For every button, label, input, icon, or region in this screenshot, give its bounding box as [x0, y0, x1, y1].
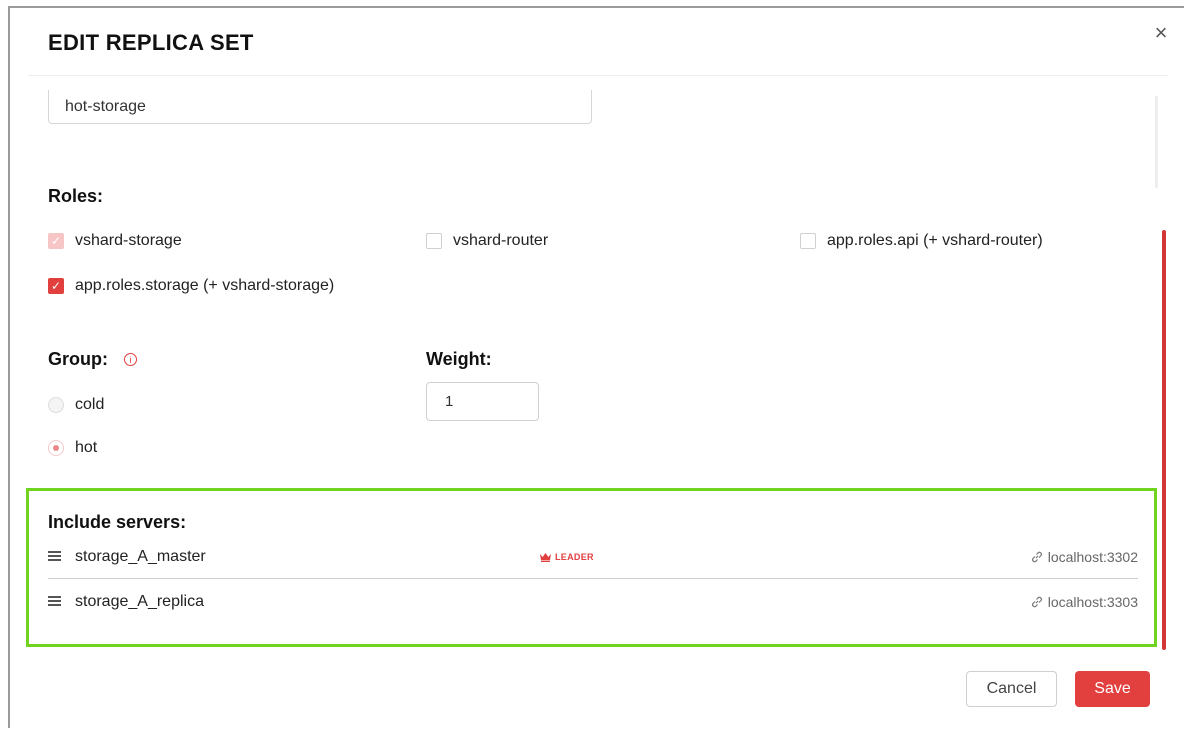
check-icon: ✓ [48, 278, 64, 294]
dialog-title: EDIT REPLICA SET [48, 30, 254, 55]
server-row[interactable]: storage_A_replica localhost:3303 [48, 584, 1138, 624]
roles-label: Roles: [48, 186, 104, 206]
weight-input[interactable] [426, 382, 539, 421]
leader-badge: LEADER [540, 552, 594, 562]
include-servers-label: Include servers: [48, 512, 187, 532]
radio-label: hot [75, 439, 98, 456]
leader-text: LEADER [555, 552, 594, 562]
group-radio-cold[interactable]: cold [48, 396, 104, 414]
role-label: app.roles.api (+ vshard-router) [827, 232, 1043, 249]
link-icon [1031, 596, 1042, 608]
server-name: storage_A_replica [75, 593, 204, 610]
drag-handle-icon[interactable] [48, 596, 61, 608]
scrollbar-track[interactable] [1155, 96, 1158, 188]
role-label: vshard-storage [75, 232, 182, 249]
scrollbar-thumb[interactable] [1162, 230, 1166, 650]
save-button[interactable]: Save [1075, 671, 1150, 707]
server-row-divider [48, 578, 1138, 579]
server-address: localhost:3303 [1030, 594, 1138, 610]
server-name: storage_A_master [75, 548, 206, 565]
radio-circle [48, 397, 64, 413]
role-checkbox-vshard-router[interactable]: vshard-router [426, 232, 548, 250]
checkbox-box [800, 233, 816, 249]
group-label: Group: [48, 349, 108, 369]
role-checkbox-app-roles-storage[interactable]: ✓ app.roles.storage (+ vshard-storage) [48, 277, 334, 295]
role-label: vshard-router [453, 232, 549, 249]
drag-handle-icon[interactable] [48, 551, 61, 563]
close-icon[interactable]: × [1150, 22, 1172, 44]
radio-label: cold [75, 396, 105, 413]
role-label: app.roles.storage (+ vshard-storage) [75, 277, 335, 294]
link-icon [1031, 551, 1042, 563]
address-text: localhost:3303 [1047, 594, 1138, 610]
header-divider [28, 75, 1168, 76]
server-address: localhost:3302 [1030, 549, 1138, 565]
role-checkbox-vshard-storage[interactable]: ✓ vshard-storage [48, 232, 182, 250]
crown-icon [540, 552, 551, 562]
check-icon: ✓ [48, 233, 64, 249]
address-text: localhost:3302 [1047, 549, 1138, 565]
role-checkbox-app-roles-api[interactable]: app.roles.api (+ vshard-router) [800, 232, 1043, 250]
group-radio-hot[interactable]: hot [48, 439, 97, 457]
server-row[interactable]: storage_A_master LEADER localhost:3302 [48, 539, 1138, 579]
cancel-button[interactable]: Cancel [966, 671, 1057, 707]
weight-label: Weight: [426, 349, 492, 369]
radio-circle-selected [48, 440, 64, 456]
replica-set-name-input[interactable] [48, 90, 592, 124]
info-icon[interactable]: i [124, 353, 137, 366]
checkbox-box [426, 233, 442, 249]
